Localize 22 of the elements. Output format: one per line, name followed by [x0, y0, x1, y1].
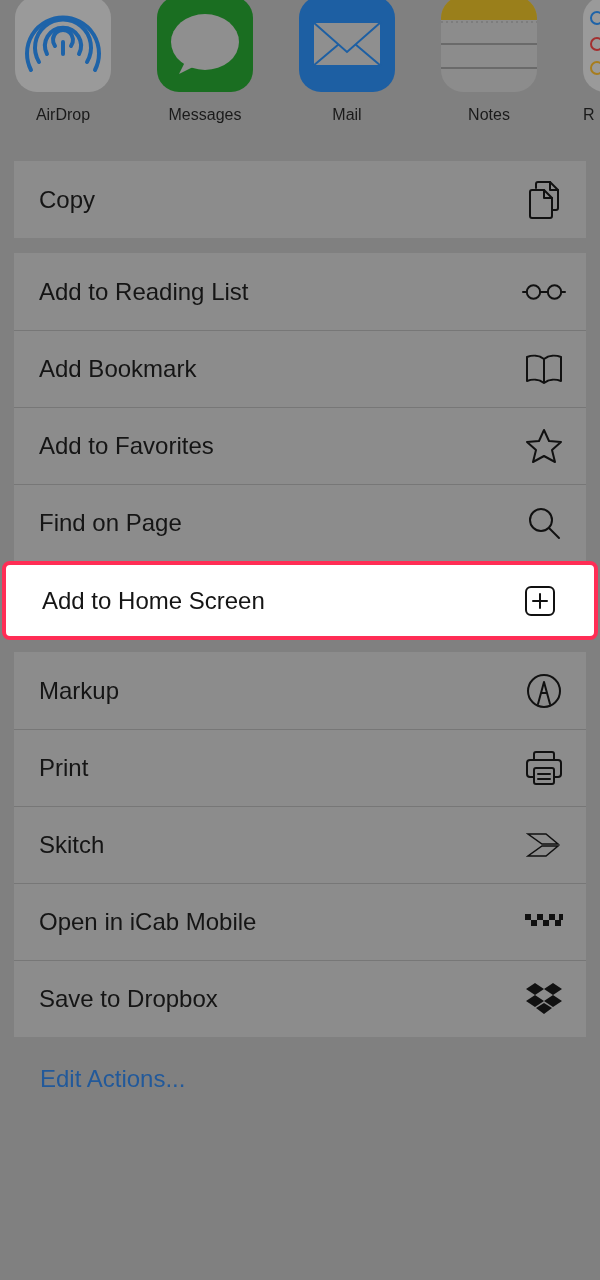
envelope-icon[interactable]: [299, 0, 395, 92]
speech-bubble-icon[interactable]: [157, 0, 253, 92]
star-icon: [525, 428, 563, 464]
airdrop-icon[interactable]: [15, 0, 111, 92]
pen-icon: [526, 672, 562, 709]
action-row[interactable]: Copy: [14, 161, 586, 238]
app-label: Notes: [468, 106, 510, 124]
app-label: Mail: [332, 106, 362, 124]
action-row[interactable]: Save to Dropbox: [14, 960, 586, 1037]
app-label: AirDrop: [35, 106, 91, 124]
notepad-icon[interactable]: [441, 0, 537, 92]
add-icon: [524, 584, 556, 617]
book-icon: [525, 353, 563, 385]
printer-icon: [525, 750, 563, 786]
glasses-icon: [522, 281, 566, 302]
app-label: R: [583, 106, 595, 124]
feather-icon: [526, 832, 562, 858]
diamonds-icon: [525, 982, 563, 1016]
action-row[interactable]: Add to Home Screen: [2, 561, 598, 640]
copy-icon: [526, 179, 562, 220]
search-icon: [527, 506, 561, 540]
app-label: Messages: [168, 106, 242, 124]
